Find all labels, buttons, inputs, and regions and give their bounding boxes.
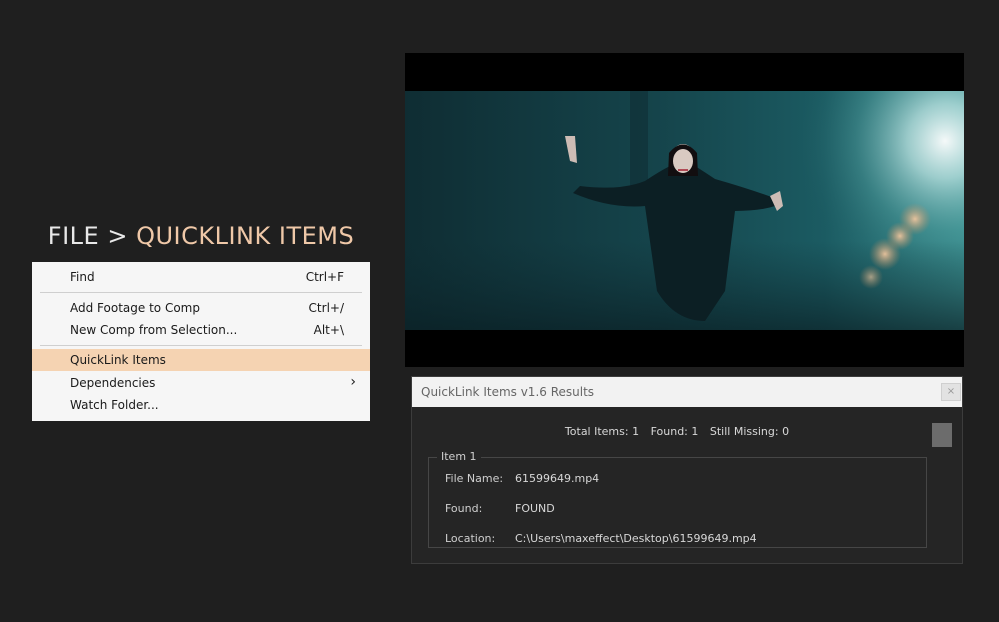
- menu-item-label: Dependencies: [70, 376, 156, 390]
- scrollbar-thumb[interactable]: [932, 423, 952, 447]
- menu-item-add-footage-to-comp[interactable]: Add Footage to Comp Ctrl+/: [32, 297, 370, 319]
- menu-item-label: New Comp from Selection...: [70, 323, 238, 337]
- headline: FILE > QUICKLINK ITEMS: [32, 222, 370, 250]
- menu-item-quicklink-items[interactable]: QuickLink Items: [32, 349, 370, 371]
- dialog-title: QuickLink Items v1.6 Results: [421, 385, 595, 399]
- menu-item-dependencies[interactable]: Dependencies ›: [32, 372, 370, 394]
- location-label: Location:: [445, 532, 496, 545]
- headline-accent: QUICKLINK ITEMS: [136, 222, 355, 250]
- quicklink-results-dialog: QuickLink Items v1.6 Results × Total Ite…: [411, 376, 963, 564]
- menu-item-watch-folder[interactable]: Watch Folder...: [32, 394, 370, 416]
- chevron-right-icon: ›: [350, 374, 356, 390]
- file-name-value: 61599649.mp4: [515, 472, 600, 485]
- menu-item-new-comp-from-selection[interactable]: New Comp from Selection... Alt+\: [32, 319, 370, 341]
- close-button[interactable]: ×: [941, 383, 961, 401]
- video-frame-image: [405, 91, 964, 330]
- menu-item-shortcut: Alt+\: [313, 323, 344, 337]
- menu-item-find[interactable]: Find Ctrl+F: [32, 266, 370, 288]
- still-missing-count: Still Missing: 0: [709, 425, 790, 438]
- found-label: Found:: [445, 502, 483, 515]
- menu-item-label: QuickLink Items: [70, 353, 166, 367]
- found-count: Found: 1: [650, 425, 699, 438]
- found-value: FOUND: [515, 502, 555, 515]
- menu-item-shortcut: Ctrl+/: [308, 301, 344, 315]
- menu-item-label: Watch Folder...: [70, 398, 159, 412]
- video-frame: [405, 91, 964, 330]
- item-group-legend: Item 1: [437, 450, 481, 463]
- file-menu: Find Ctrl+F Add Footage to Comp Ctrl+/ N…: [32, 262, 370, 421]
- menu-item-label: Find: [70, 270, 95, 284]
- stage: FILE > QUICKLINK ITEMS Find Ctrl+F Add F…: [0, 0, 999, 622]
- total-items-count: Total Items: 1: [564, 425, 640, 438]
- video-preview: [405, 53, 964, 367]
- file-name-label: File Name:: [445, 472, 504, 485]
- menu-item-label: Add Footage to Comp: [70, 301, 200, 315]
- results-summary: Total Items: 1 Found: 1 Still Missing: 0: [412, 425, 942, 438]
- location-value: C:\Users\maxeffect\Desktop\61599649.mp4: [515, 532, 757, 545]
- menu-separator: [40, 292, 362, 293]
- dialog-titlebar[interactable]: QuickLink Items v1.6 Results ×: [412, 377, 962, 407]
- menu-item-shortcut: Ctrl+F: [305, 270, 344, 284]
- headline-prefix: FILE >: [47, 222, 137, 250]
- menu-separator: [40, 345, 362, 346]
- item-group: Item 1 File Name: 61599649.mp4 Found: FO…: [428, 450, 927, 548]
